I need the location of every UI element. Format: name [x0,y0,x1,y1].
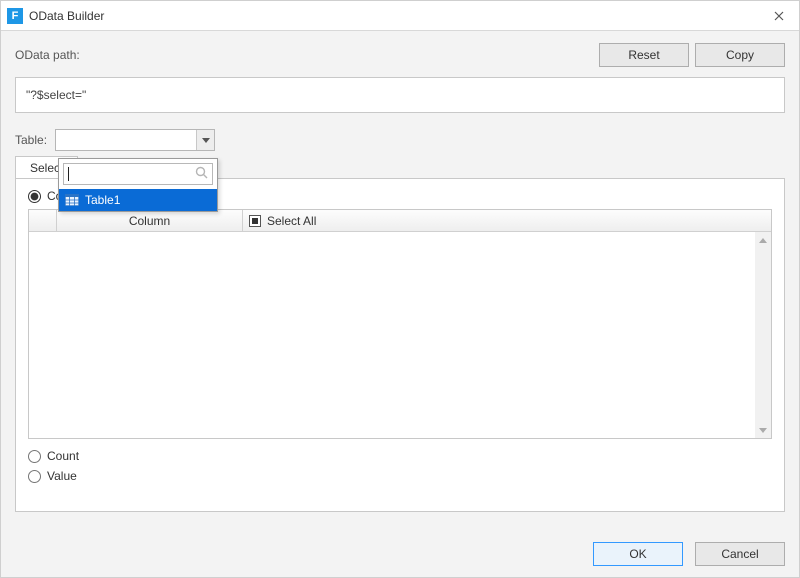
grid-header-selectall[interactable]: Select All [243,210,771,231]
scroll-down-icon[interactable] [755,422,771,438]
table-dropdown-item[interactable]: Table1 [59,189,217,211]
select-all-label: Select All [267,214,316,228]
dialog-footer: OK Cancel [1,531,799,577]
grid-header-column[interactable]: Column [57,210,243,231]
table-label: Table: [15,133,47,147]
window-title: OData Builder [29,9,759,23]
close-icon [774,11,784,21]
table-dropdown: Table1 [58,158,218,212]
grid-header: Column Select All [29,210,771,232]
odata-path-label: OData path: [15,48,593,62]
grid-body [29,232,771,438]
grid-row-header [29,210,57,231]
radio-value[interactable]: Value [28,469,772,483]
select-all-checkbox-icon[interactable] [249,215,261,227]
chevron-down-icon[interactable] [196,130,214,150]
app-icon: F [7,8,23,24]
titlebar: F OData Builder [1,1,799,31]
scroll-up-icon[interactable] [755,232,771,248]
select-panel: Columns Column Select All [15,178,785,512]
table-icon [65,194,79,206]
table-combobox[interactable] [55,129,215,151]
close-button[interactable] [759,1,799,31]
table-dropdown-search [59,159,217,189]
columns-grid: Column Select All [28,209,772,439]
cancel-button[interactable]: Cancel [695,542,785,566]
radio-value-label: Value [47,469,77,483]
radio-value-input[interactable] [28,470,41,483]
copy-button[interactable]: Copy [695,43,785,67]
reset-button[interactable]: Reset [599,43,689,67]
odata-path-field[interactable]: "?$select=" [15,77,785,113]
radio-count-input[interactable] [28,450,41,463]
table-dropdown-search-input[interactable] [69,165,195,183]
search-icon [195,166,208,182]
ok-button[interactable]: OK [593,542,683,566]
radio-columns-input[interactable] [28,190,41,203]
radio-count[interactable]: Count [28,449,772,463]
table-dropdown-item-label: Table1 [85,193,120,207]
odata-path-value: "?$select=" [26,88,86,102]
grid-scrollbar[interactable] [755,232,771,438]
radio-count-label: Count [47,449,79,463]
